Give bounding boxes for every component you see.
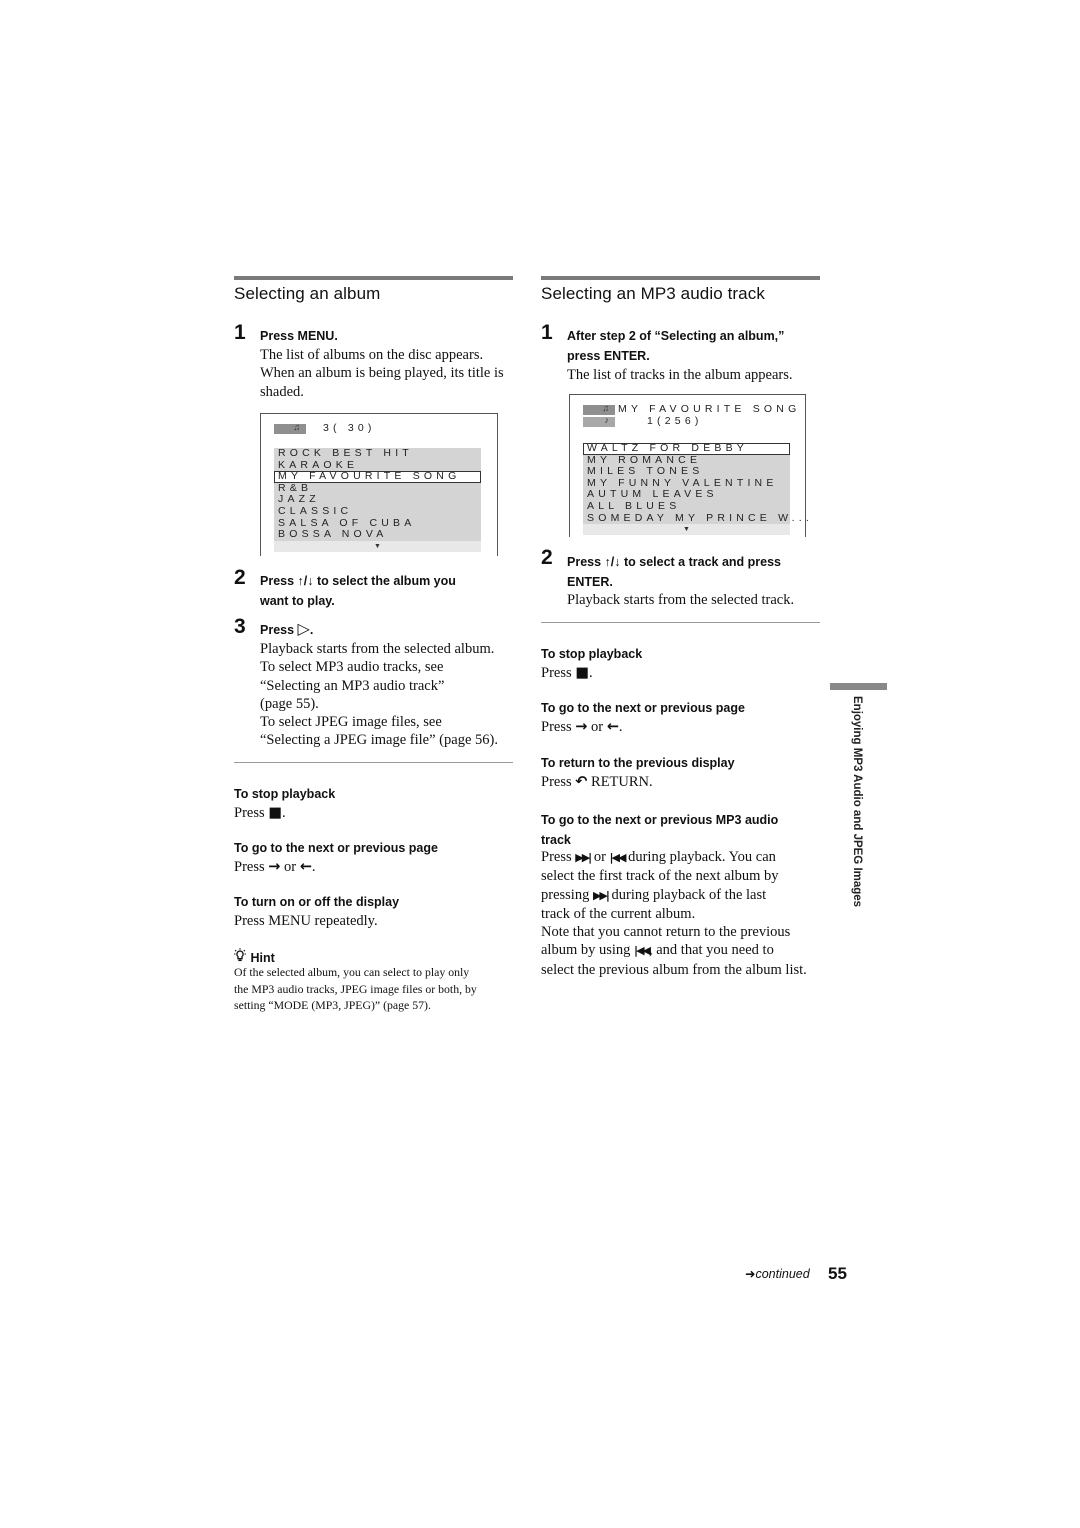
previous-track-icon: |◀◀ (609, 851, 627, 864)
music-note-icon: ♪ (583, 415, 615, 427)
tip-body: Press ▶▶| or |◀◀ during playback. You ca… (541, 849, 807, 978)
section-rule-left (234, 276, 513, 280)
step-number: 2 (234, 566, 246, 589)
side-tab: Enjoying MP3 Audio and JPEG Images (847, 696, 863, 926)
arrow-right-icon: → (575, 719, 588, 735)
previous-track-icon: |◀◀ (634, 944, 651, 958)
tip-body: Press → or ←. (234, 859, 316, 875)
hint-body: Of the selected album, you can select to… (234, 965, 477, 1012)
album-item[interactable]: BOSSA NOVA (274, 529, 481, 541)
arrow-right-icon: → (268, 859, 281, 875)
page-number: 55 (828, 1264, 847, 1283)
tip-body: Press ■. (234, 805, 286, 821)
divider (234, 762, 513, 763)
current-album-name: MY FAVOURITE SONG (618, 403, 801, 415)
step-number: 1 (541, 321, 553, 344)
tip-heading: To go to the next or previous page (234, 841, 438, 855)
play-icon: ▷ (297, 621, 310, 638)
album-item[interactable]: ROCK BEST HIT (274, 447, 481, 460)
continued-label: ➜continued (745, 1266, 810, 1281)
lightbulb-icon (234, 948, 247, 965)
album-item[interactable]: CLASSIC (274, 505, 481, 518)
track-list: WALTZ FOR DEBBY MY ROMANCE MILES TONES M… (583, 442, 809, 525)
stop-icon: ■ (268, 805, 282, 821)
step-heading: Press ▷. (260, 621, 314, 638)
tip-heading: To stop playback (234, 787, 336, 801)
step-heading: After step 2 of “Selecting an album,” pr… (567, 329, 785, 363)
tip-heading: To stop playback (541, 647, 643, 661)
next-track-icon: ▶▶| (575, 851, 592, 864)
arrow-left-icon: ← (299, 859, 312, 875)
album-counter: 3( 30) (323, 422, 376, 434)
side-tab-label: Enjoying MP3 Audio and JPEG Images (851, 696, 863, 908)
arrow-right-icon: ➜ (745, 1266, 756, 1281)
hint-heading: Hint (234, 948, 275, 965)
section-title-album: Selecting an album (234, 284, 381, 303)
section-rule-right (541, 276, 820, 280)
step-body: Playback starts from the selected album.… (260, 641, 498, 749)
tip-body: Press MENU repeatedly. (234, 913, 378, 929)
track-item-selected[interactable]: WALTZ FOR DEBBY (583, 442, 790, 455)
side-tab-bar (830, 683, 887, 690)
album-list: ROCK BEST HIT KARAOKE MY FAVOURITE SONG … (274, 447, 481, 541)
track-item[interactable]: ALL BLUES (583, 500, 790, 513)
tip-heading: To go to the next or previous MP3 audio … (541, 813, 779, 847)
track-item[interactable]: SOMEDAY MY PRINCE W... (583, 512, 809, 525)
divider (541, 622, 820, 623)
step-number: 2 (541, 546, 553, 569)
step-body: The list of tracks in the album appears. (567, 367, 793, 383)
tip-heading: To turn on or off the display (234, 895, 400, 909)
step-heading: Press ↑/↓ to select a track and press EN… (567, 555, 781, 589)
scroll-down-indicator-icon[interactable]: ▼ (274, 541, 481, 552)
tip-heading: To go to the next or previous page (541, 701, 745, 715)
step-body: Playback starts from the selected track. (567, 592, 795, 608)
tip-heading: To return to the previous display (541, 756, 735, 770)
album-folder-icon: ♫ (583, 403, 615, 415)
scroll-down-indicator-icon[interactable]: ▼ (583, 524, 790, 535)
tip-body: Press → or ←. (541, 719, 623, 735)
track-list-screen: ♫ MY FAVOURITE SONG ♪ 1(256) WALTZ FOR D… (569, 394, 809, 537)
step-number: 3 (234, 615, 246, 638)
step-heading: Press MENU. (260, 329, 338, 343)
tip-body: Press ↶ RETURN. (541, 774, 653, 790)
album-list-screen: ♫ 3( 30) ROCK BEST HIT KARAOKE MY FAVOUR… (260, 413, 498, 556)
step-heading: Press ↑/↓ to select the album you want t… (260, 574, 456, 608)
tip-body: Press ■. (541, 665, 593, 681)
album-folder-icon: ♫ (274, 422, 306, 434)
step-body: The list of albums on the disc appears. … (260, 347, 504, 400)
track-counter: 1(256) (647, 415, 703, 427)
section-title-mp3: Selecting an MP3 audio track (541, 284, 765, 303)
next-track-icon: ▶▶| (592, 888, 610, 902)
step-number: 1 (234, 321, 246, 344)
arrow-left-icon: ← (606, 719, 619, 735)
return-icon: ↶ (575, 774, 588, 790)
stop-icon: ■ (575, 665, 589, 681)
